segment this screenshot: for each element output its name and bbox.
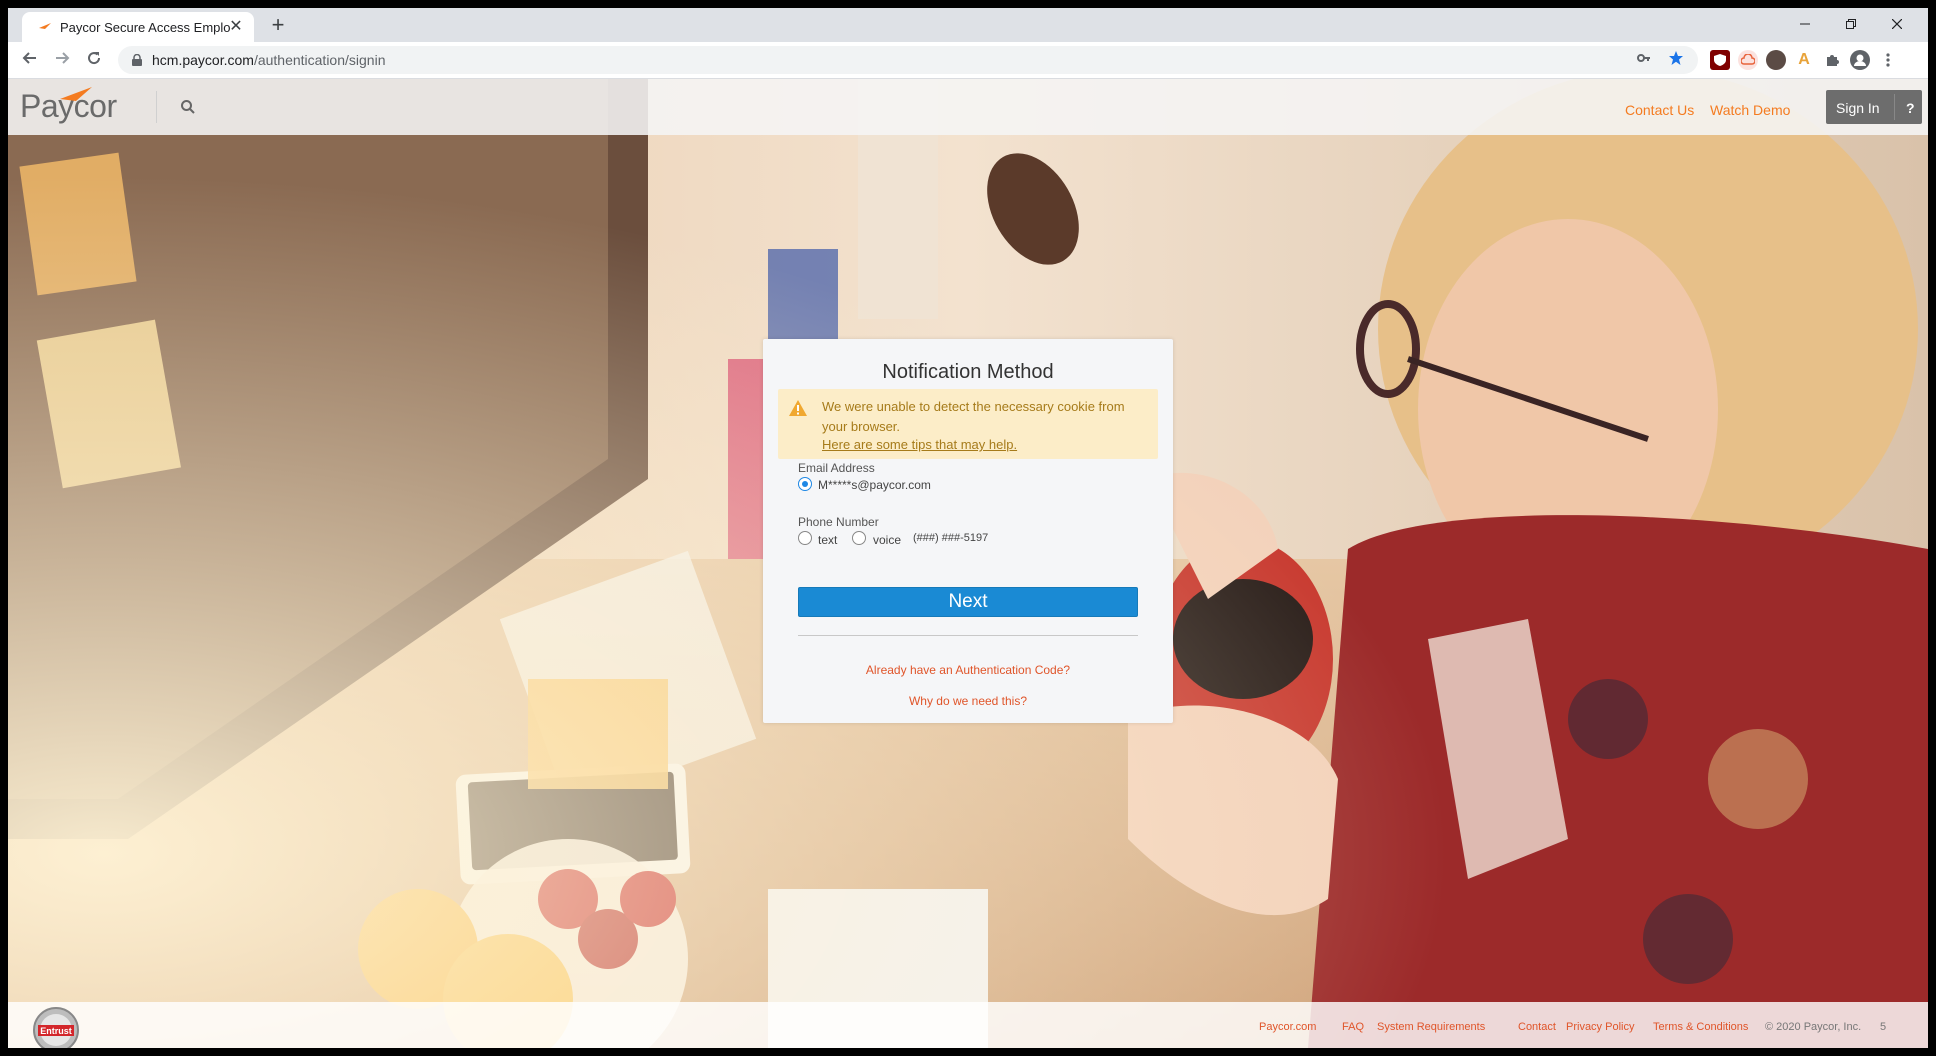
tab-close-icon[interactable]: ✕ <box>226 17 246 37</box>
help-button[interactable]: ? <box>1906 100 1915 116</box>
sign-in-button[interactable]: Sign In ? <box>1826 90 1922 124</box>
footer-link-privacy[interactable]: Privacy Policy <box>1566 1021 1634 1033</box>
auth-code-link[interactable]: Already have an Authentication Code? <box>763 663 1173 677</box>
notification-method-card: Notification Method We were unable to de… <box>763 339 1173 723</box>
sign-in-separator <box>1894 94 1895 120</box>
page-viewport: Paycor Contact Us Watch Demo Sign In ? N… <box>8 79 1928 1048</box>
address-bar[interactable]: hcm.paycor.com/authentication/signin <box>118 46 1698 74</box>
contact-us-link[interactable]: Contact Us <box>1625 102 1694 118</box>
header-divider <box>156 91 157 123</box>
footer-link-contact[interactable]: Contact <box>1518 1021 1556 1033</box>
alert-message: We were unable to detect the necessary c… <box>822 399 1125 434</box>
ublock-icon[interactable] <box>1710 50 1730 70</box>
voice-radio[interactable] <box>852 531 866 545</box>
footer-link-paycor[interactable]: Paycor.com <box>1259 1021 1316 1033</box>
why-need-link[interactable]: Why do we need this? <box>763 694 1173 708</box>
footer-link-faq[interactable]: FAQ <box>1342 1021 1364 1033</box>
watch-demo-link[interactable]: Watch Demo <box>1710 102 1790 118</box>
footer-link-terms[interactable]: Terms & Conditions <box>1653 1021 1748 1033</box>
cookie-warning-alert: We were unable to detect the necessary c… <box>778 389 1158 459</box>
phone-number-label: Phone Number <box>798 515 879 529</box>
entrust-seal-icon[interactable]: Entrust <box>32 1006 80 1048</box>
warning-icon <box>789 400 807 416</box>
paycor-favicon-icon <box>39 23 51 29</box>
browser-tab[interactable]: Paycor Secure Access Employee ✕ <box>22 12 254 42</box>
email-value: M*****s@paycor.com <box>818 478 931 492</box>
account-avatar-icon[interactable] <box>1850 50 1870 70</box>
card-divider <box>798 635 1138 636</box>
footer-copyright: © 2020 Paycor, Inc. <box>1765 1021 1862 1033</box>
footer-link-system-requirements[interactable]: System Requirements <box>1377 1021 1485 1033</box>
browser-window: Paycor Secure Access Employee ✕ + <box>8 8 1928 1048</box>
cloud-extension-icon[interactable] <box>1738 50 1758 70</box>
browser-toolbar: hcm.paycor.com/authentication/signin A <box>8 42 1928 79</box>
bookmark-star-icon[interactable] <box>1666 50 1686 70</box>
reload-icon[interactable] <box>82 48 106 72</box>
restore-icon[interactable] <box>1828 8 1874 40</box>
font-extension-icon[interactable]: A <box>1794 50 1814 70</box>
site-header: Paycor Contact Us Watch Demo Sign In ? <box>8 79 1928 135</box>
email-radio[interactable] <box>798 477 812 491</box>
text-radio[interactable] <box>798 531 812 545</box>
tab-title: Paycor Secure Access Employee <box>60 20 230 35</box>
card-title: Notification Method <box>882 361 1054 383</box>
forward-icon[interactable] <box>50 48 74 72</box>
url-text: hcm.paycor.com/authentication/signin <box>152 52 386 68</box>
new-tab-button[interactable]: + <box>266 14 290 38</box>
key-icon[interactable] <box>1634 50 1654 70</box>
footer-page-number: 5 <box>1880 1021 1887 1033</box>
sign-in-label: Sign In <box>1836 100 1880 116</box>
profile-extension-icon[interactable] <box>1766 50 1786 70</box>
logo-swoosh-icon <box>60 87 92 101</box>
back-icon[interactable] <box>18 48 42 72</box>
svg-text:Entrust: Entrust <box>40 1026 72 1036</box>
email-address-label: Email Address <box>798 461 875 475</box>
next-button[interactable]: Next <box>798 587 1138 617</box>
lock-icon <box>132 54 142 66</box>
cookie-tips-link[interactable]: Here are some tips that may help. <box>822 437 1017 452</box>
voice-option-label: voice <box>873 533 902 547</box>
extensions-puzzle-icon[interactable] <box>1822 50 1842 70</box>
menu-kebab-icon[interactable] <box>1878 50 1898 70</box>
phone-value: (###) ###-5197 <box>913 532 989 544</box>
text-option-label: text <box>818 533 838 547</box>
close-window-icon[interactable] <box>1874 8 1920 40</box>
site-footer: Entrust Paycor.com FAQ System Requiremen… <box>8 1002 1928 1048</box>
minimize-icon[interactable] <box>1782 8 1828 40</box>
search-icon[interactable] <box>180 99 196 115</box>
tab-bar: Paycor Secure Access Employee ✕ + <box>8 8 1928 42</box>
